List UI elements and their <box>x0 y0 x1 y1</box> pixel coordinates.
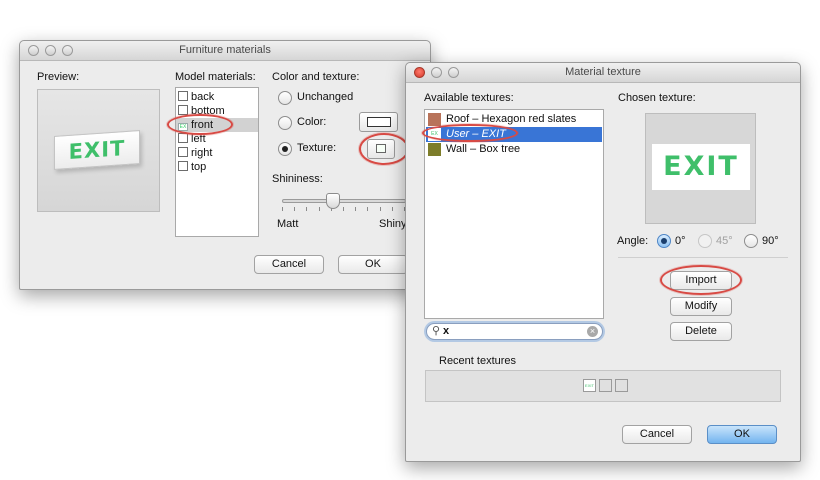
preview-panel[interactable]: EXIT <box>37 89 160 212</box>
color-texture-label: Color and texture: <box>272 71 360 83</box>
search-icon: ⚲ <box>432 325 441 337</box>
slider-tick <box>355 207 356 211</box>
shiny-label-clip: Shiny <box>379 218 405 232</box>
furniture-cancel-button[interactable]: Cancel <box>254 255 324 274</box>
texture-ok-button[interactable]: OK <box>707 425 777 444</box>
checkbox-icon[interactable] <box>178 147 188 157</box>
checkbox-icon[interactable] <box>178 133 188 143</box>
zoom-window-icon[interactable] <box>448 67 459 78</box>
checkbox-icon[interactable] <box>178 105 188 115</box>
texture-radio[interactable] <box>278 142 292 156</box>
texture-item-wall[interactable]: Wall – Box tree <box>426 142 602 157</box>
window-controls <box>28 45 73 56</box>
material-item-top[interactable]: top <box>176 160 258 174</box>
front-highlight-ring <box>167 114 233 135</box>
angle-label: Angle: <box>617 235 649 247</box>
recent-texture-exit[interactable]: EXIT <box>583 379 596 392</box>
angle-90-radio[interactable] <box>744 234 758 248</box>
angle-0-radio[interactable] <box>657 234 671 248</box>
slider-tick <box>380 207 381 211</box>
user-exit-highlight-ring <box>422 124 518 142</box>
slider-tick <box>282 207 283 211</box>
texture-cancel-button[interactable]: Cancel <box>622 425 692 444</box>
model-materials-label: Model materials: <box>175 71 256 83</box>
material-texture-window: Material texture Available textures: Roo… <box>405 62 801 462</box>
texture-window-title: Material texture <box>565 66 641 78</box>
recent-texture-slot-2[interactable] <box>599 379 612 392</box>
chosen-exit-image: EXIT <box>652 144 750 190</box>
shininess-label: Shininess: <box>272 173 323 185</box>
slider-tick <box>367 207 368 211</box>
shiny-label: Shiny <box>379 218 405 230</box>
chosen-texture-preview: EXIT <box>645 113 756 224</box>
zoom-window-icon[interactable] <box>62 45 73 56</box>
material-item-back[interactable]: back <box>176 90 258 104</box>
color-radio[interactable] <box>278 116 292 130</box>
furniture-window-title: Furniture materials <box>179 44 271 56</box>
available-textures-label: Available textures: <box>424 92 514 104</box>
shininess-slider-thumb[interactable] <box>326 193 340 209</box>
recent-textures-panel: EXIT <box>425 370 781 402</box>
color-swatch <box>367 117 391 127</box>
angle-45-radio <box>698 234 712 248</box>
delete-button[interactable]: Delete <box>670 322 732 341</box>
matt-label: Matt <box>277 218 299 230</box>
texture-label: Texture: <box>297 142 337 154</box>
angle-45-label: 45° <box>716 235 733 247</box>
texture-search-field[interactable]: ⚲ x × <box>426 323 603 340</box>
slider-tick <box>392 207 393 211</box>
shininess-track <box>282 199 406 203</box>
minimize-window-icon[interactable] <box>45 45 56 56</box>
angle-0-label: 0° <box>675 235 686 247</box>
recent-texture-slot-3[interactable] <box>615 379 628 392</box>
unchanged-radio[interactable] <box>278 91 292 105</box>
window-controls <box>414 67 459 78</box>
search-input[interactable]: x <box>443 325 449 337</box>
slider-tick <box>294 207 295 211</box>
roof-texture-swatch <box>428 113 441 126</box>
preview-exit-sign: EXIT <box>54 129 140 171</box>
color-swatch-button[interactable] <box>359 112 398 132</box>
recent-textures-label: Recent textures <box>439 355 517 367</box>
minimize-window-icon[interactable] <box>431 67 442 78</box>
chosen-texture-label: Chosen texture: <box>618 92 696 104</box>
slider-tick <box>319 207 320 211</box>
furniture-window-titlebar[interactable]: Furniture materials <box>20 41 430 61</box>
clear-search-icon[interactable]: × <box>587 326 598 337</box>
angle-90-label: 90° <box>762 235 779 247</box>
import-highlight-ring <box>660 265 742 295</box>
close-window-icon[interactable] <box>28 45 39 56</box>
preview-exit-text: EXIT <box>68 136 126 164</box>
checkbox-icon[interactable] <box>178 161 188 171</box>
furniture-ok-button[interactable]: OK <box>338 255 408 274</box>
angle-separator <box>618 257 788 258</box>
slider-tick <box>306 207 307 211</box>
material-item-right[interactable]: right <box>176 146 258 160</box>
close-window-icon[interactable] <box>414 67 425 78</box>
modify-button[interactable]: Modify <box>670 297 732 316</box>
chosen-exit-text: EXIT <box>663 151 739 182</box>
texture-button-highlight-ring <box>359 133 409 165</box>
shininess-slider[interactable] <box>282 193 406 217</box>
unchanged-label: Unchanged <box>297 91 354 103</box>
color-label: Color: <box>297 116 327 128</box>
checkbox-icon[interactable] <box>178 91 188 101</box>
furniture-materials-window: Furniture materials Preview: EXIT Model … <box>19 40 431 290</box>
preview-label: Preview: <box>37 71 80 83</box>
texture-window-titlebar[interactable]: Material texture <box>406 63 800 83</box>
slider-tick <box>343 207 344 211</box>
model-materials-list[interactable]: back bottom EX front left right top <box>175 87 259 237</box>
wall-texture-swatch <box>428 143 441 156</box>
